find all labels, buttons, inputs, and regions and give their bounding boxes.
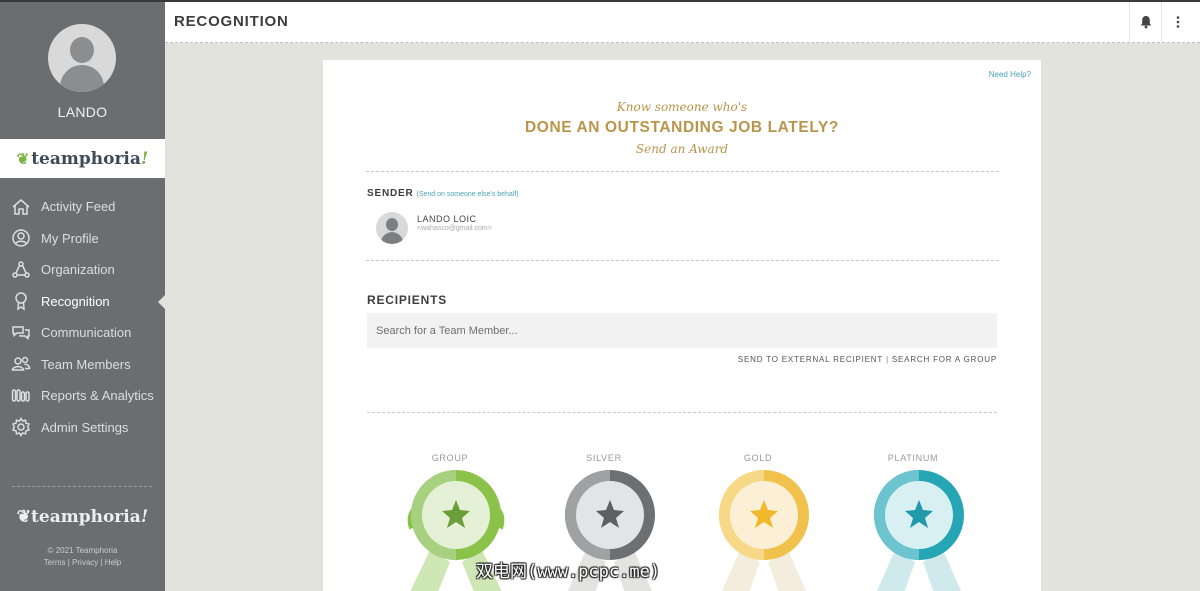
award-gold[interactable]: GOLD (708, 453, 809, 591)
medal-icon (719, 470, 809, 591)
hero-line-3: Send an Award (635, 142, 729, 156)
award-platinum[interactable]: PLATINUM (863, 453, 964, 591)
footer-logo-bang: ! (140, 507, 149, 527)
hero-line-2: DONE AN OUTSTANDING JOB LATELY? (525, 119, 839, 136)
sidebar-item-reports-analytics[interactable]: Reports & Analytics (0, 380, 165, 412)
sidebar-item-organization[interactable]: Organization (0, 254, 165, 286)
award-title: SILVER (586, 453, 622, 463)
notifications-button[interactable] (1129, 2, 1161, 42)
sidebar-item-label: My Profile (41, 230, 99, 246)
recipient-search-input[interactable] (367, 313, 997, 348)
sprout-icon: ❦ (16, 507, 32, 527)
sidebar-item-label: Organization (41, 262, 115, 278)
award-title: GROUP (431, 453, 469, 463)
medal-icon (874, 470, 964, 591)
copyright: © 2021 Teamphoria Terms | Privacy | Help (0, 545, 165, 569)
more-options-button[interactable] (1161, 2, 1193, 42)
reports-icon (11, 389, 30, 402)
sender-name: LANDO LOIC (417, 214, 477, 224)
sprout-icon: ❦ (16, 149, 30, 168)
username: LANDO (57, 104, 108, 120)
divider (366, 260, 999, 261)
sidebar-item-admin-settings[interactable]: Admin Settings (0, 412, 165, 444)
recipient-links: SEND TO EXTERNAL RECIPIENT | SEARCH FOR A … (738, 355, 997, 364)
footer-logo[interactable]: ❦teamphoria! (0, 507, 165, 527)
link-separator: | (886, 355, 889, 364)
sidebar-item-label: Recognition (41, 293, 110, 309)
team-icon (11, 357, 31, 371)
hero-text: Know someone who's DONE AN OUTSTANDING J… (323, 100, 1041, 156)
sidebar-item-label: Communication (41, 325, 132, 341)
award-title: PLATINUM (887, 453, 939, 463)
brand-logo[interactable]: ❦ teamphoria! (0, 139, 165, 178)
copyright-text: © 2021 Teamphoria (47, 546, 118, 555)
award-icon (15, 292, 27, 311)
send-on-behalf-link[interactable]: (Send on someone else's behalf) (416, 191, 518, 198)
award-title: GOLD (743, 453, 773, 463)
top-header: RECOGNITION (165, 2, 1200, 43)
page-title: RECOGNITION (174, 13, 289, 30)
footer-logo-text: teamphoria (31, 507, 141, 527)
sender-section-label: SENDER (Send on someone else's behalf) (367, 188, 519, 199)
sender-label: SENDER (367, 188, 414, 199)
sidebar-item-my-profile[interactable]: My Profile (0, 223, 165, 255)
bell-icon (1140, 16, 1151, 29)
gear-icon (11, 417, 31, 438)
sidebar-item-label: Reports & Analytics (41, 388, 154, 404)
sidebar-item-communication[interactable]: Communication (0, 317, 165, 349)
sidebar-divider (12, 486, 152, 487)
need-help-link[interactable]: Need Help? (989, 70, 1031, 79)
home-icon (12, 198, 30, 215)
profile-icon (12, 229, 30, 247)
sidebar-item-label: Team Members (41, 356, 131, 372)
hero-line-1: Know someone who's (616, 100, 748, 114)
sidebar-item-recognition[interactable]: Recognition (0, 286, 165, 318)
sidebar-nav: Activity Feed My Profile Organization Re… (0, 191, 165, 443)
sidebar-item-activity-feed[interactable]: Activity Feed (0, 191, 165, 223)
sender-avatar (376, 212, 408, 244)
profile-section: LANDO (0, 2, 165, 139)
sidebar-item-label: Admin Settings (41, 419, 129, 435)
recognition-card: Need Help? Know someone who's DONE AN OU… (323, 60, 1041, 591)
sidebar-item-team-members[interactable]: Team Members (0, 349, 165, 381)
recipients-label: RECIPIENTS (367, 293, 448, 307)
send-external-link[interactable]: SEND TO EXTERNAL RECIPIENT (738, 355, 883, 364)
search-group-link[interactable]: SEARCH FOR A GROUP (892, 355, 997, 364)
watermark: 双电网(www.pcpc.me) (476, 562, 661, 582)
sidebar: LANDO ❦ teamphoria! Activity Feed My Prof… (0, 2, 165, 591)
brand-name: teamphoria (31, 148, 141, 169)
avatar[interactable] (48, 24, 116, 92)
kebab-menu-icon (1176, 16, 1179, 28)
sender-email: <wahasco@gmail.com> (417, 225, 492, 232)
brand-bang: ! (140, 148, 149, 169)
divider (366, 171, 999, 172)
organization-icon (12, 261, 30, 278)
footer-links[interactable]: Terms | Privacy | Help (0, 557, 165, 569)
divider (367, 412, 997, 413)
chat-icon (12, 326, 30, 340)
sidebar-item-label: Activity Feed (41, 199, 116, 215)
